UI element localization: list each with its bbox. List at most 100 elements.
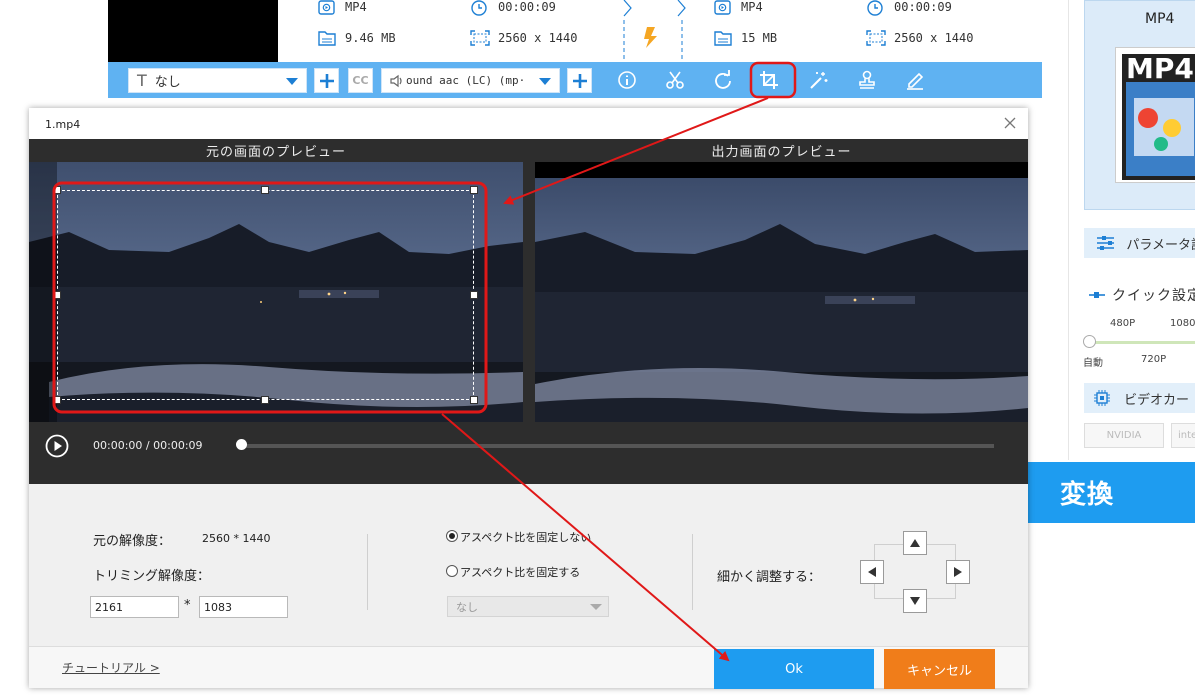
seek-bar[interactable]	[241, 444, 994, 448]
subtitle-select[interactable]: T なし	[128, 68, 307, 93]
crop-handle-bottom-left[interactable]	[53, 396, 61, 404]
intel-badge[interactable]: intel	[1171, 423, 1195, 448]
quality-slider-track[interactable]	[1089, 341, 1195, 344]
convert-button[interactable]: 変換	[1028, 462, 1195, 523]
nvidia-label: NVIDIA	[1106, 430, 1142, 441]
cc-icon: CC	[352, 74, 369, 87]
chip-icon	[1094, 390, 1110, 406]
nudge-left-button[interactable]	[860, 560, 884, 584]
original-resolution-label: 元の解像度：	[93, 534, 172, 549]
file-size-icon	[318, 30, 336, 46]
dialog-title: 1.mp4	[45, 118, 81, 131]
output-format-card[interactable]: MP4 MP4	[1084, 0, 1195, 210]
cancel-button[interactable]: キャンセル	[884, 649, 995, 689]
nvidia-badge[interactable]: NVIDIA	[1084, 423, 1164, 448]
original-preview-label: 元の画面のプレビュー	[205, 145, 346, 160]
edit-pen-icon[interactable]	[904, 69, 926, 91]
output-size: 15 MB	[741, 31, 778, 45]
quality-slider-knob[interactable]	[1083, 335, 1096, 348]
speed-label-auto: 自動	[1083, 358, 1103, 369]
output-format-title: MP4	[1145, 11, 1175, 27]
crop-handle-top-right[interactable]	[470, 186, 478, 194]
total-time: 00:00:09	[153, 439, 203, 452]
quick-settings-header: クイック設定	[1084, 280, 1195, 310]
play-icon[interactable]	[45, 434, 69, 458]
source-duration: 00:00:09	[498, 0, 556, 14]
crop-handle-top[interactable]	[261, 186, 269, 194]
audio-track-value: ound aac (LC) (mp·	[406, 74, 526, 87]
subtitle-cc-button[interactable]: CC	[348, 68, 373, 93]
nudge-down-button[interactable]	[903, 589, 927, 613]
source-size: 9.46 MB	[345, 31, 396, 45]
parameter-settings-label: パラメータ設	[1126, 237, 1195, 253]
speaker-icon	[390, 74, 404, 88]
output-duration: 00:00:09	[894, 0, 952, 14]
chevron-down-icon	[539, 78, 551, 85]
close-icon[interactable]	[1002, 115, 1018, 131]
aspect-free-radio[interactable]	[446, 530, 458, 542]
chevron-down-icon	[286, 78, 298, 85]
video-file-icon	[318, 0, 336, 16]
crop-handle-top-left[interactable]	[53, 186, 61, 194]
arrow-left-icon	[868, 567, 876, 577]
intel-label: intel	[1178, 430, 1195, 441]
file-size-icon	[714, 30, 732, 46]
mp4-format-image: MP4	[1115, 47, 1195, 183]
crop-handle-bottom[interactable]	[261, 396, 269, 404]
magic-wand-icon[interactable]	[808, 69, 830, 91]
gpu-label: ビデオカー	[1124, 392, 1190, 408]
playback-bar: 00:00:00 / 00:00:09	[29, 422, 1028, 484]
aspect-free-label: アスペクト比を固定しない	[460, 531, 592, 544]
crop-handle-bottom-right[interactable]	[470, 396, 478, 404]
speed-label-1080p: 1080P	[1170, 318, 1195, 329]
divider	[367, 534, 368, 610]
crop-handle-left[interactable]	[53, 291, 61, 299]
plus-icon	[319, 73, 334, 88]
gpu-acceleration-row: ビデオカー	[1084, 383, 1195, 413]
resolution-icon	[470, 30, 490, 46]
aspect-fixed-radio[interactable]	[446, 565, 458, 577]
output-preview-image	[535, 162, 1028, 438]
source-resolution: 2560 x 1440	[498, 31, 578, 45]
arrow-right-icon	[954, 567, 962, 577]
divider	[692, 534, 693, 610]
crop-height-input[interactable]: 1083	[199, 596, 288, 618]
ok-button[interactable]: Ok	[714, 649, 874, 689]
aspect-ratio-dropdown[interactable]: なし	[447, 596, 609, 617]
source-format: MP4	[345, 0, 367, 14]
rotate-icon[interactable]	[712, 69, 734, 91]
resolution-icon	[866, 30, 886, 46]
text-t-icon: T	[137, 71, 147, 90]
add-subtitle-button[interactable]	[314, 68, 339, 93]
crop-width-input[interactable]: 2161	[90, 596, 179, 618]
sliders-icon	[1097, 236, 1115, 250]
info-icon[interactable]	[616, 69, 638, 91]
audio-track-select[interactable]: ound aac (LC) (mp·	[381, 68, 560, 93]
nudge-right-button[interactable]	[946, 560, 970, 584]
clock-icon	[866, 0, 884, 16]
add-audio-button[interactable]	[567, 68, 592, 93]
crop-icon[interactable]	[758, 69, 780, 91]
crop-handle-right[interactable]	[470, 291, 478, 299]
speed-label-720p: 720P	[1141, 354, 1167, 365]
aspect-fixed-label: アスペクト比を固定する	[460, 566, 581, 579]
playback-time: 00:00:00 / 00:00:09	[93, 439, 203, 452]
parameter-settings-button[interactable]: パラメータ設	[1084, 228, 1195, 258]
slider-mini-icon	[1089, 292, 1105, 298]
scissors-icon[interactable]	[664, 69, 686, 91]
output-format: MP4	[741, 0, 763, 14]
crop-selection-box[interactable]	[57, 190, 474, 400]
original-resolution-value: 2560 * 1440	[202, 532, 271, 545]
crop-settings: 元の解像度： 2560 * 1440 トリミング解像度： 2161 * 1083…	[29, 484, 1028, 646]
fine-adjust-label: 細かく調整する：	[717, 570, 822, 585]
output-resolution: 2560 x 1440	[894, 31, 974, 45]
tutorial-link[interactable]: チュートリアル >	[62, 659, 160, 676]
watermark-stamp-icon[interactable]	[856, 69, 878, 91]
speed-label-480p: 480P	[1110, 318, 1136, 329]
multiply-sign: *	[184, 598, 191, 613]
output-preview-label: 出力画面のプレビュー	[711, 145, 852, 160]
arrow-up-icon	[910, 539, 920, 547]
video-thumbnail[interactable]	[108, 0, 278, 62]
nudge-up-button[interactable]	[903, 531, 927, 555]
seek-knob[interactable]	[236, 439, 247, 450]
